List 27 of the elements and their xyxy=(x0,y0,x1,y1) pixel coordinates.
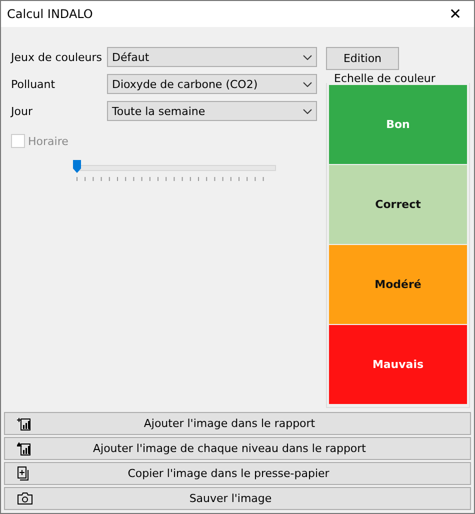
copy-icon xyxy=(17,466,29,481)
chevron-icon xyxy=(303,108,312,114)
checkbox-label: Horaire xyxy=(28,134,68,148)
group-title: Echelle de couleur xyxy=(333,72,436,85)
chevron-icon xyxy=(303,82,312,86)
dropdown[interactable]: Toute la semaine xyxy=(107,101,317,121)
field-label: Jeux de couleurs xyxy=(11,50,104,64)
action-button[interactable]: Sauver l'image xyxy=(4,487,471,510)
field-label: Jour xyxy=(11,104,34,118)
window-title: Calcul INDALO xyxy=(7,7,93,21)
action-button[interactable]: Ajouter l'image dans le rapport xyxy=(4,412,471,435)
chevron-icon xyxy=(303,54,312,60)
action-button[interactable]: Ajouter l'image de chaque niveau dans le rapport xyxy=(4,437,471,460)
slider-thumb[interactable] xyxy=(73,160,81,173)
edit-button[interactable]: Edition xyxy=(326,47,399,70)
scale-level: Correct xyxy=(329,165,467,244)
action-button[interactable]: Copier l'image dans le presse-papier xyxy=(4,462,471,485)
dropdown[interactable]: Défaut xyxy=(107,47,317,67)
scale-level: Bon xyxy=(329,85,467,164)
close-button[interactable]: ✕ xyxy=(443,5,468,23)
dropdown[interactable]: Dioxyde de carbone (CO2) xyxy=(107,74,317,94)
scale-level: Modéré xyxy=(329,245,467,324)
bar-chart-icon xyxy=(17,442,31,456)
field-label: Polluant xyxy=(11,78,56,90)
scale-level: Mauvais xyxy=(329,325,467,404)
bar-chart-icon xyxy=(17,416,31,430)
camera-icon xyxy=(17,492,33,505)
